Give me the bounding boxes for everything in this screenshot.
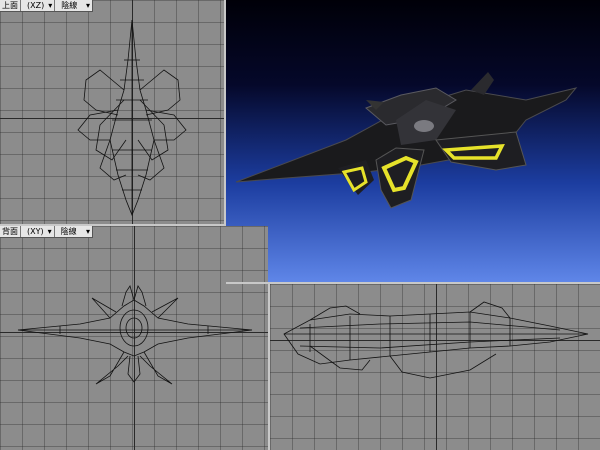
viewport-divider-vertical-bottom[interactable] xyxy=(268,282,270,450)
viewport-divider-horizontal-right[interactable] xyxy=(226,282,600,284)
render-viewport[interactable] xyxy=(226,0,600,282)
side-viewport[interactable] xyxy=(270,284,600,450)
top-view-wireframe xyxy=(77,19,187,217)
viewport-divider-horizontal[interactable] xyxy=(0,224,226,226)
render-ship xyxy=(235,72,578,209)
back-view-wireframe xyxy=(17,285,253,385)
top-viewport[interactable]: 上面 (XZ) ▾ 陰線 ▾ xyxy=(0,0,224,224)
viewport-divider-vertical-top[interactable] xyxy=(224,0,226,224)
side-view-wireframe xyxy=(283,301,589,379)
back-viewport[interactable]: 背面 (XY) ▾ 陰線 ▾ xyxy=(0,226,268,450)
